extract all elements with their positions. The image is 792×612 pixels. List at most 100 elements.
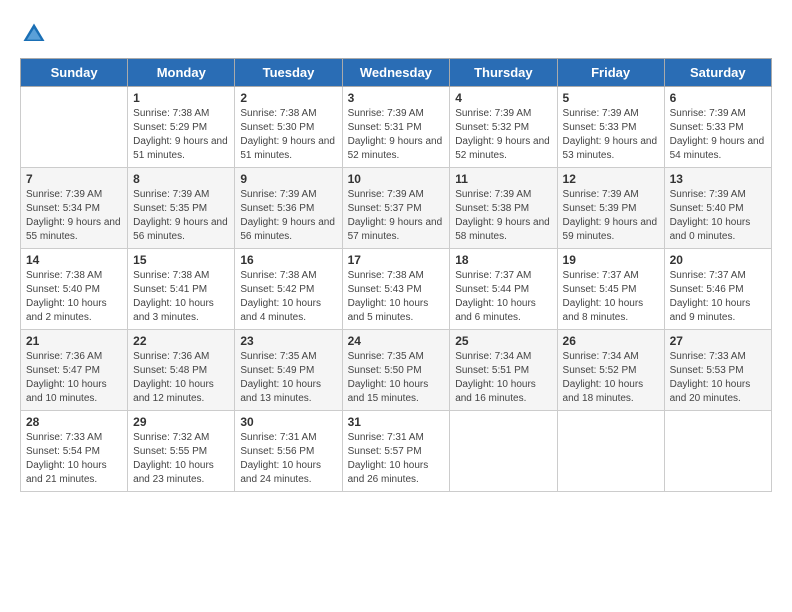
calendar-cell: 31 Sunrise: 7:31 AMSunset: 5:57 PMDaylig…	[342, 411, 450, 492]
day-number: 22	[133, 334, 229, 348]
calendar-cell: 12 Sunrise: 7:39 AMSunset: 5:39 PMDaylig…	[557, 168, 664, 249]
day-info: Sunrise: 7:34 AMSunset: 5:51 PMDaylight:…	[455, 350, 551, 406]
day-info: Sunrise: 7:37 AMSunset: 5:44 PMDaylight:…	[455, 269, 551, 325]
day-info: Sunrise: 7:36 AMSunset: 5:47 PMDaylight:…	[26, 350, 122, 406]
day-number: 26	[563, 334, 659, 348]
day-number: 31	[348, 415, 445, 429]
day-info: Sunrise: 7:36 AMSunset: 5:48 PMDaylight:…	[133, 350, 229, 406]
day-number: 21	[26, 334, 122, 348]
calendar-cell: 13 Sunrise: 7:39 AMSunset: 5:40 PMDaylig…	[664, 168, 771, 249]
day-number: 24	[348, 334, 445, 348]
day-info: Sunrise: 7:39 AMSunset: 5:34 PMDaylight:…	[26, 188, 122, 244]
calendar-week-1: 1 Sunrise: 7:38 AMSunset: 5:29 PMDayligh…	[21, 87, 772, 168]
day-number: 30	[240, 415, 336, 429]
day-info: Sunrise: 7:33 AMSunset: 5:53 PMDaylight:…	[670, 350, 766, 406]
calendar-cell: 20 Sunrise: 7:37 AMSunset: 5:46 PMDaylig…	[664, 249, 771, 330]
weekday-header-wednesday: Wednesday	[342, 59, 450, 87]
calendar-week-5: 28 Sunrise: 7:33 AMSunset: 5:54 PMDaylig…	[21, 411, 772, 492]
day-number: 10	[348, 172, 445, 186]
day-info: Sunrise: 7:32 AMSunset: 5:55 PMDaylight:…	[133, 431, 229, 487]
calendar-table: SundayMondayTuesdayWednesdayThursdayFrid…	[20, 58, 772, 492]
calendar-cell: 7 Sunrise: 7:39 AMSunset: 5:34 PMDayligh…	[21, 168, 128, 249]
day-info: Sunrise: 7:39 AMSunset: 5:31 PMDaylight:…	[348, 107, 445, 163]
day-info: Sunrise: 7:39 AMSunset: 5:39 PMDaylight:…	[563, 188, 659, 244]
calendar-cell: 17 Sunrise: 7:38 AMSunset: 5:43 PMDaylig…	[342, 249, 450, 330]
day-info: Sunrise: 7:38 AMSunset: 5:40 PMDaylight:…	[26, 269, 122, 325]
day-info: Sunrise: 7:34 AMSunset: 5:52 PMDaylight:…	[563, 350, 659, 406]
day-info: Sunrise: 7:39 AMSunset: 5:40 PMDaylight:…	[670, 188, 766, 244]
day-number: 2	[240, 91, 336, 105]
calendar-cell: 23 Sunrise: 7:35 AMSunset: 5:49 PMDaylig…	[235, 330, 342, 411]
day-info: Sunrise: 7:39 AMSunset: 5:33 PMDaylight:…	[670, 107, 766, 163]
calendar-cell: 22 Sunrise: 7:36 AMSunset: 5:48 PMDaylig…	[128, 330, 235, 411]
day-number: 25	[455, 334, 551, 348]
calendar-cell: 8 Sunrise: 7:39 AMSunset: 5:35 PMDayligh…	[128, 168, 235, 249]
day-info: Sunrise: 7:38 AMSunset: 5:42 PMDaylight:…	[240, 269, 336, 325]
calendar-week-4: 21 Sunrise: 7:36 AMSunset: 5:47 PMDaylig…	[21, 330, 772, 411]
day-info: Sunrise: 7:39 AMSunset: 5:38 PMDaylight:…	[455, 188, 551, 244]
calendar-cell: 14 Sunrise: 7:38 AMSunset: 5:40 PMDaylig…	[21, 249, 128, 330]
day-number: 15	[133, 253, 229, 267]
calendar-cell: 18 Sunrise: 7:37 AMSunset: 5:44 PMDaylig…	[450, 249, 557, 330]
day-number: 8	[133, 172, 229, 186]
day-number: 27	[670, 334, 766, 348]
day-info: Sunrise: 7:33 AMSunset: 5:54 PMDaylight:…	[26, 431, 122, 487]
day-number: 4	[455, 91, 551, 105]
calendar-cell: 5 Sunrise: 7:39 AMSunset: 5:33 PMDayligh…	[557, 87, 664, 168]
day-number: 5	[563, 91, 659, 105]
day-info: Sunrise: 7:35 AMSunset: 5:50 PMDaylight:…	[348, 350, 445, 406]
calendar-cell: 9 Sunrise: 7:39 AMSunset: 5:36 PMDayligh…	[235, 168, 342, 249]
calendar-cell: 26 Sunrise: 7:34 AMSunset: 5:52 PMDaylig…	[557, 330, 664, 411]
day-number: 16	[240, 253, 336, 267]
calendar-cell	[664, 411, 771, 492]
day-number: 7	[26, 172, 122, 186]
calendar-week-3: 14 Sunrise: 7:38 AMSunset: 5:40 PMDaylig…	[21, 249, 772, 330]
day-number: 18	[455, 253, 551, 267]
day-info: Sunrise: 7:39 AMSunset: 5:36 PMDaylight:…	[240, 188, 336, 244]
weekday-header-tuesday: Tuesday	[235, 59, 342, 87]
calendar-cell: 28 Sunrise: 7:33 AMSunset: 5:54 PMDaylig…	[21, 411, 128, 492]
calendar-header-row: SundayMondayTuesdayWednesdayThursdayFrid…	[21, 59, 772, 87]
calendar-cell: 6 Sunrise: 7:39 AMSunset: 5:33 PMDayligh…	[664, 87, 771, 168]
day-number: 11	[455, 172, 551, 186]
calendar-cell: 10 Sunrise: 7:39 AMSunset: 5:37 PMDaylig…	[342, 168, 450, 249]
day-info: Sunrise: 7:37 AMSunset: 5:46 PMDaylight:…	[670, 269, 766, 325]
calendar-cell: 4 Sunrise: 7:39 AMSunset: 5:32 PMDayligh…	[450, 87, 557, 168]
weekday-header-saturday: Saturday	[664, 59, 771, 87]
day-info: Sunrise: 7:31 AMSunset: 5:57 PMDaylight:…	[348, 431, 445, 487]
calendar-cell: 3 Sunrise: 7:39 AMSunset: 5:31 PMDayligh…	[342, 87, 450, 168]
day-info: Sunrise: 7:38 AMSunset: 5:29 PMDaylight:…	[133, 107, 229, 163]
calendar-cell	[557, 411, 664, 492]
calendar-cell: 16 Sunrise: 7:38 AMSunset: 5:42 PMDaylig…	[235, 249, 342, 330]
calendar-cell: 25 Sunrise: 7:34 AMSunset: 5:51 PMDaylig…	[450, 330, 557, 411]
page-header	[20, 20, 772, 48]
day-number: 1	[133, 91, 229, 105]
calendar-cell: 1 Sunrise: 7:38 AMSunset: 5:29 PMDayligh…	[128, 87, 235, 168]
calendar-cell: 11 Sunrise: 7:39 AMSunset: 5:38 PMDaylig…	[450, 168, 557, 249]
logo	[20, 20, 52, 48]
calendar-cell: 27 Sunrise: 7:33 AMSunset: 5:53 PMDaylig…	[664, 330, 771, 411]
day-number: 14	[26, 253, 122, 267]
day-info: Sunrise: 7:38 AMSunset: 5:41 PMDaylight:…	[133, 269, 229, 325]
calendar-cell	[21, 87, 128, 168]
day-number: 23	[240, 334, 336, 348]
day-info: Sunrise: 7:35 AMSunset: 5:49 PMDaylight:…	[240, 350, 336, 406]
day-info: Sunrise: 7:37 AMSunset: 5:45 PMDaylight:…	[563, 269, 659, 325]
day-info: Sunrise: 7:39 AMSunset: 5:33 PMDaylight:…	[563, 107, 659, 163]
day-number: 9	[240, 172, 336, 186]
day-number: 29	[133, 415, 229, 429]
day-number: 12	[563, 172, 659, 186]
calendar-cell	[450, 411, 557, 492]
weekday-header-monday: Monday	[128, 59, 235, 87]
day-number: 28	[26, 415, 122, 429]
calendar-cell: 29 Sunrise: 7:32 AMSunset: 5:55 PMDaylig…	[128, 411, 235, 492]
day-number: 19	[563, 253, 659, 267]
calendar-week-2: 7 Sunrise: 7:39 AMSunset: 5:34 PMDayligh…	[21, 168, 772, 249]
day-number: 3	[348, 91, 445, 105]
day-number: 13	[670, 172, 766, 186]
day-info: Sunrise: 7:39 AMSunset: 5:37 PMDaylight:…	[348, 188, 445, 244]
weekday-header-thursday: Thursday	[450, 59, 557, 87]
calendar-cell: 2 Sunrise: 7:38 AMSunset: 5:30 PMDayligh…	[235, 87, 342, 168]
calendar-cell: 21 Sunrise: 7:36 AMSunset: 5:47 PMDaylig…	[21, 330, 128, 411]
logo-icon	[20, 20, 48, 48]
